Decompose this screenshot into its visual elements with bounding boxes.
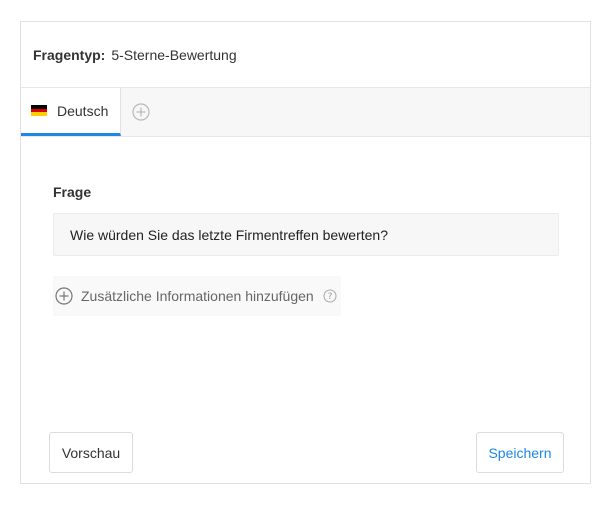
add-info-button[interactable]: Zusätzliche Informationen hinzufügen ?: [53, 276, 341, 316]
preview-button[interactable]: Vorschau: [49, 432, 133, 473]
plus-circle-icon: [55, 287, 73, 305]
question-editor-panel: Fragentyp: 5-Sterne-Bewertung Deutsch Fr…: [20, 21, 591, 484]
question-form: Frage Zusätzliche Informationen hinzufüg…: [21, 184, 590, 316]
add-language-button[interactable]: [121, 88, 161, 136]
save-button[interactable]: Speichern: [476, 432, 564, 473]
add-info-label: Zusätzliche Informationen hinzufügen: [81, 288, 314, 304]
question-type-label: Fragentyp:: [33, 46, 106, 63]
tab-deutsch[interactable]: Deutsch: [21, 88, 122, 136]
question-circle-icon[interactable]: ?: [323, 289, 337, 303]
language-tabs: Deutsch: [21, 87, 590, 137]
tab-deutsch-label: Deutsch: [57, 102, 109, 119]
question-type-value: 5-Sterne-Bewertung: [111, 46, 237, 63]
question-type-header: Fragentyp: 5-Sterne-Bewertung: [21, 22, 590, 87]
german-flag-icon: [31, 105, 47, 117]
question-label: Frage: [53, 184, 92, 200]
svg-text:?: ?: [327, 292, 332, 302]
plus-circle-icon: [132, 103, 150, 121]
question-input[interactable]: [53, 213, 559, 256]
